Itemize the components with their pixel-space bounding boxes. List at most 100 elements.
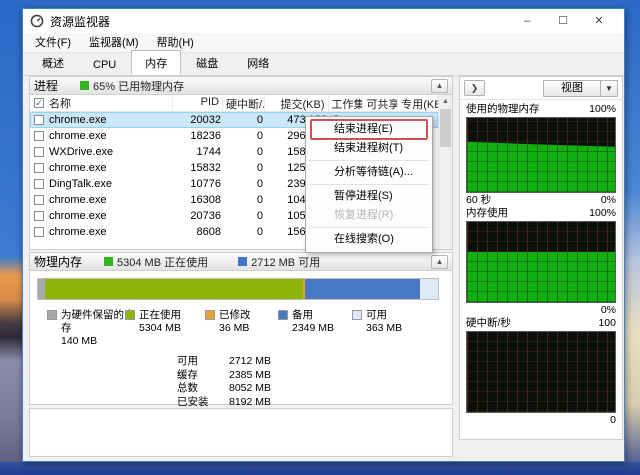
desktop-background-bottom: [0, 462, 640, 475]
column-working-set[interactable]: 工作集(...: [329, 95, 364, 111]
graph-max-label: 100%: [589, 207, 616, 220]
tab-network[interactable]: 网络: [233, 50, 283, 75]
graph-plot: [466, 331, 616, 413]
legend-free: 可用 363 MB: [352, 309, 402, 335]
legend-modified: 已修改 36 MB: [205, 309, 251, 335]
column-hard-faults[interactable]: 硬中断/...: [223, 95, 265, 111]
process-section-status: 65% 已用物理内存: [93, 78, 184, 94]
scrollbar-thumb[interactable]: [440, 109, 451, 147]
graph-commit-charge: 内存使用 100% 0%: [466, 207, 616, 317]
menu-item-end-process-tree[interactable]: 结束进程树(T): [306, 139, 432, 158]
physical-memory-panel: 物理内存 5304 MB 正在使用 2712 MB 可用 ▲ 为硬件保留的内存 …: [29, 252, 453, 405]
bar-segment-free: [420, 279, 438, 299]
graph-used-physical-memory: 使用的物理内存 100% 60 秒 0%: [466, 103, 616, 207]
available-square-icon: [238, 257, 247, 266]
legend-square-icon: [205, 310, 215, 320]
menu-item-resume-process: 恢复进程(R): [306, 206, 432, 225]
graph-min-label: 0%: [601, 304, 616, 317]
memory-in-use-status: 5304 MB 正在使用: [117, 254, 208, 270]
scroll-up-icon[interactable]: ▲: [439, 95, 452, 108]
view-dropdown-icon[interactable]: ▼: [601, 80, 618, 97]
menu-item-analyze-wait-chain[interactable]: 分析等待链(A)...: [306, 163, 432, 182]
select-all-checkbox[interactable]: ✓: [34, 98, 44, 108]
memory-section-header[interactable]: 物理内存 5304 MB 正在使用 2712 MB 可用 ▲: [30, 253, 452, 271]
memory-section-title: 物理内存: [34, 253, 82, 270]
collapse-chevron-icon[interactable]: ▲: [431, 255, 448, 269]
graph-max-label: 100%: [589, 103, 616, 116]
column-commit[interactable]: 提交(KB): [265, 95, 329, 111]
graph-time-label: 60 秒: [466, 194, 491, 207]
graph-title: 使用的物理内存: [466, 103, 540, 116]
context-menu: 结束进程(E) 结束进程树(T) 分析等待链(A)... 暂停进程(S) 恢复进…: [305, 116, 433, 253]
maximize-button[interactable]: ☐: [545, 10, 581, 32]
process-section-header[interactable]: 进程 65% 已用物理内存 ▲: [30, 77, 452, 95]
graph-min-label: 0: [610, 414, 616, 427]
row-checkbox[interactable]: [34, 163, 44, 173]
menu-separator: [309, 184, 429, 185]
row-checkbox[interactable]: [34, 211, 44, 221]
process-table-header: ✓ 名称 PID 硬中断/... 提交(KB) 工作集(... 可共享(... …: [30, 95, 452, 112]
legend-square-icon: [47, 310, 57, 320]
row-checkbox[interactable]: [34, 147, 44, 157]
graph-plot: [466, 117, 616, 193]
menu-item-suspend-process[interactable]: 暂停进程(S): [306, 187, 432, 206]
tab-overview[interactable]: 概述: [28, 50, 78, 75]
tab-bar: 概述 CPU 内存 磁盘 网络: [23, 53, 624, 76]
close-button[interactable]: ✕: [581, 10, 617, 32]
empty-panel: [29, 408, 453, 457]
app-icon: [30, 14, 44, 28]
column-pid[interactable]: PID: [173, 95, 223, 111]
graph-title: 硬中断/秒: [466, 317, 511, 330]
bar-segment-hardware-reserved: [38, 279, 45, 299]
process-scrollbar[interactable]: ▲: [438, 95, 452, 249]
legend-hardware-reserved: 为硬件保留的内存 140 MB: [47, 309, 135, 348]
menu-item-end-process[interactable]: 结束进程(E): [306, 120, 432, 139]
graphs-area: 使用的物理内存 100% 60 秒 0% 内存使用 100%: [460, 100, 622, 427]
desktop-background-right: [625, 0, 640, 475]
tab-disk[interactable]: 磁盘: [182, 50, 232, 75]
graph-fill: [467, 252, 615, 302]
graph-min-label: 0%: [601, 194, 616, 207]
memory-available-status: 2712 MB 可用: [251, 254, 320, 270]
graphs-toolbar: ❯ 视图 ▼: [460, 77, 622, 100]
row-checkbox[interactable]: [34, 131, 44, 141]
tab-cpu[interactable]: CPU: [79, 54, 130, 75]
desktop-background-left: [0, 0, 22, 475]
legend-square-icon: [278, 310, 288, 320]
legend-square-icon: [352, 310, 362, 320]
graph-fill: [467, 142, 615, 192]
collapse-chevron-icon[interactable]: ▲: [431, 79, 448, 93]
row-checkbox[interactable]: [34, 179, 44, 189]
column-private[interactable]: 专用(KB): [398, 95, 438, 111]
graph-plot: [466, 221, 616, 303]
row-checkbox[interactable]: [34, 227, 44, 237]
menu-separator: [309, 227, 429, 228]
legend-square-icon: [125, 310, 135, 320]
graph-hard-faults: 硬中断/秒 100 0: [466, 317, 616, 427]
menu-item-search-online[interactable]: 在线搜索(O): [306, 230, 432, 249]
legend-standby: 备用 2349 MB: [278, 309, 334, 335]
memory-stats: 可用2712 MB 缓存2385 MB 总数8052 MB 已安装8192 MB: [177, 355, 271, 409]
column-shareable[interactable]: 可共享(...: [363, 95, 398, 111]
graph-title: 内存使用: [466, 207, 508, 220]
tab-memory[interactable]: 内存: [131, 50, 181, 75]
bar-segment-standby: [305, 279, 420, 299]
minimize-button[interactable]: –: [509, 10, 545, 32]
in-use-square-icon: [104, 257, 113, 266]
graph-max-label: 100: [598, 317, 616, 330]
row-checkbox[interactable]: [34, 115, 44, 125]
column-name[interactable]: ✓ 名称: [30, 95, 173, 111]
collapse-panel-button[interactable]: ❯: [464, 80, 485, 96]
window-controls: – ☐ ✕: [509, 10, 617, 32]
row-checkbox[interactable]: [34, 195, 44, 205]
in-use-square-icon: [80, 81, 89, 90]
title-bar: 资源监视器 – ☐ ✕: [23, 9, 624, 33]
process-section-title: 进程: [34, 77, 58, 94]
bar-segment-in-use: [45, 279, 303, 299]
menu-bar: 文件(F) 监视器(M) 帮助(H): [23, 33, 624, 53]
legend-in-use: 正在使用 5304 MB: [125, 309, 181, 335]
menu-separator: [309, 160, 429, 161]
memory-usage-bar: [37, 278, 439, 300]
window-title: 资源监视器: [50, 13, 110, 30]
view-button[interactable]: 视图: [543, 80, 601, 97]
